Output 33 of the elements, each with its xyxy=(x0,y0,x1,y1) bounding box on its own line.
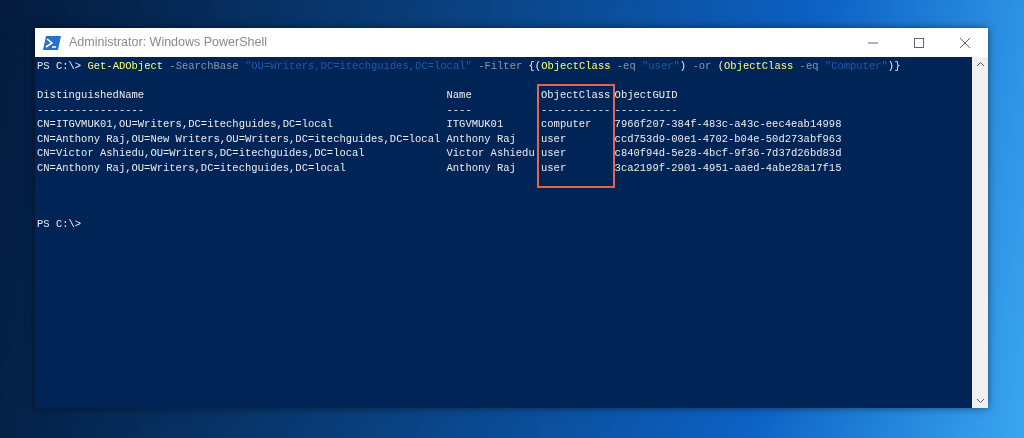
prompt-line: PS C:\> xyxy=(37,217,82,232)
header-rule: ---------- xyxy=(614,102,678,117)
table-cell: user xyxy=(541,160,567,175)
scroll-down-icon[interactable] xyxy=(975,398,985,404)
table-cell: c840f94d-5e28-4bcf-9f36-7d37d26bd83d xyxy=(614,146,842,161)
command-line: PS C:\> Get-ADObject -SearchBase "OU=Writers,DC=itechguides,DC=local" -Filter {(ObjectClass -eq "user") -or (ObjectClass -eq "Computer")} xyxy=(37,59,901,74)
close-icon xyxy=(960,38,970,49)
table-cell: 7966f207-384f-483c-a43c-eec4eab14998 xyxy=(614,117,842,132)
scroll-up-icon[interactable] xyxy=(975,61,985,67)
table-cell: Victor Ashiedu xyxy=(446,146,535,161)
table-cell: ITGVMUK01 xyxy=(446,117,504,132)
table-cell: user xyxy=(541,131,567,146)
table-cell: ccd753d9-00e1-4702-b04e-50d273abf963 xyxy=(614,131,842,146)
table-cell: 3ca2199f-2901-4951-aaed-4abe28a17f15 xyxy=(614,160,842,175)
table-cell: CN=Anthony Raj,OU=New Writers,OU=Writers,DC=itechguides,DC=local xyxy=(37,131,441,146)
column-header: ObjectGUID xyxy=(614,88,678,103)
table-cell: CN=Victor Ashiedu,OU=Writers,DC=itechguides,DC=local xyxy=(37,146,365,161)
window-title: Administrator: Windows PowerShell xyxy=(69,34,267,52)
column-header: Name xyxy=(446,88,472,103)
table-cell: Anthony Raj xyxy=(446,160,516,175)
table-cell: computer xyxy=(541,117,592,132)
table-cell: user xyxy=(541,146,567,161)
scrollbar[interactable] xyxy=(972,57,988,408)
table-cell: CN=ITGVMUK01,OU=Writers,DC=itechguides,DC=local xyxy=(37,117,334,132)
powershell-icon xyxy=(43,35,61,50)
table-cell: Anthony Raj xyxy=(446,131,516,146)
header-rule: ----------------- xyxy=(37,102,145,117)
maximize-icon xyxy=(914,38,924,49)
header-rule: ---- xyxy=(446,102,472,117)
column-header: ObjectClass xyxy=(541,88,611,103)
column-header: DistinguishedName xyxy=(37,88,145,103)
table-cell: CN=Anthony Raj,OU=Writers,DC=itechguides,DC=local xyxy=(37,160,346,175)
header-rule: ----------- xyxy=(541,102,611,117)
